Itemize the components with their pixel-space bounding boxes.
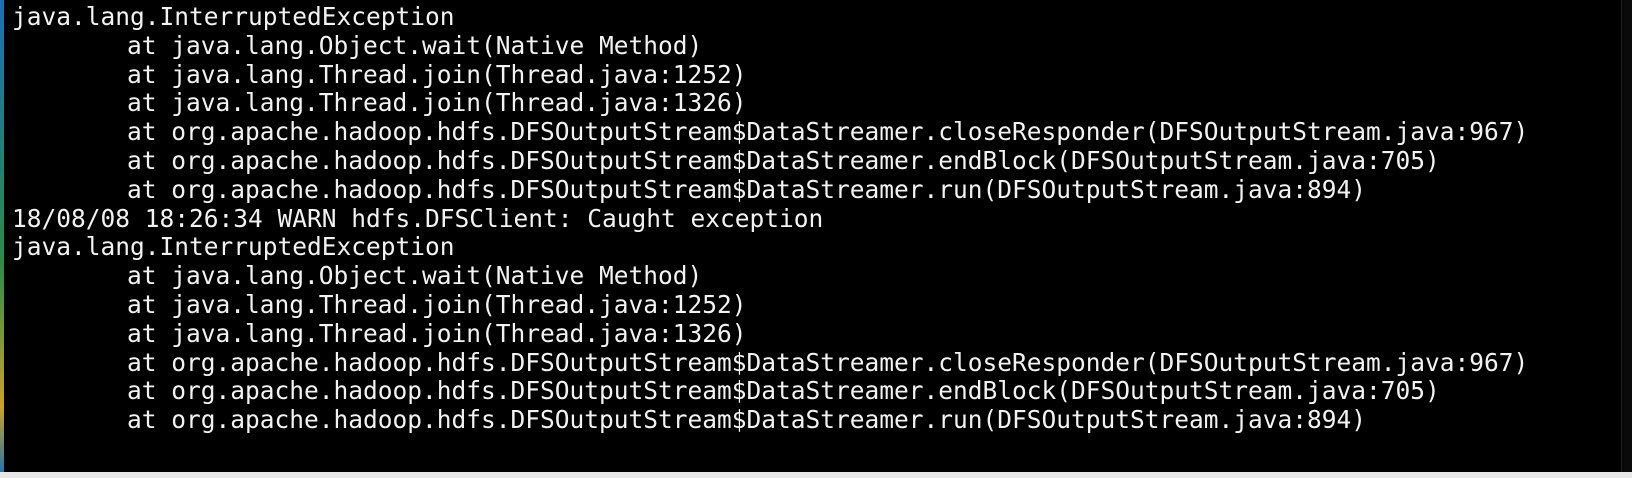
stack-trace-line: at java.lang.Thread.join(Thread.java:125… bbox=[127, 289, 747, 319]
stack-trace-line: at org.apache.hadoop.hdfs.DFSOutputStrea… bbox=[127, 405, 1367, 435]
scrollbar[interactable] bbox=[1621, 0, 1632, 478]
log-line: 18/08/08 18:26:34 WARN hdfs.DFSClient: C… bbox=[12, 203, 824, 233]
stack-trace-line: at java.lang.Thread.join(Thread.java:125… bbox=[127, 59, 747, 89]
stack-trace-line: at org.apache.hadoop.hdfs.DFSOutputStrea… bbox=[127, 174, 1367, 204]
stack-trace-line: at java.lang.Object.wait(Native Method) bbox=[127, 261, 703, 291]
terminal-output[interactable]: java.lang.InterruptedException at java.la… bbox=[12, 2, 1618, 435]
stack-trace-line: at java.lang.Object.wait(Native Method) bbox=[127, 30, 703, 60]
terminal-window[interactable]: java.lang.InterruptedException at java.la… bbox=[0, 0, 1632, 478]
window-left-edge bbox=[0, 0, 4, 478]
log-line: java.lang.InterruptedException bbox=[12, 2, 455, 31]
stack-trace-line: at org.apache.hadoop.hdfs.DFSOutputStrea… bbox=[127, 347, 1529, 377]
stack-trace-line: at org.apache.hadoop.hdfs.DFSOutputStrea… bbox=[127, 117, 1529, 147]
stack-trace-line: at java.lang.Thread.join(Thread.java:132… bbox=[127, 318, 747, 348]
stack-trace-line: at org.apache.hadoop.hdfs.DFSOutputStrea… bbox=[127, 145, 1440, 175]
stack-trace-line: at java.lang.Thread.join(Thread.java:132… bbox=[127, 88, 747, 118]
stack-trace-line: at org.apache.hadoop.hdfs.DFSOutputStrea… bbox=[127, 376, 1440, 406]
window-bottom-border bbox=[0, 472, 1632, 478]
log-line: java.lang.InterruptedException bbox=[12, 232, 455, 262]
